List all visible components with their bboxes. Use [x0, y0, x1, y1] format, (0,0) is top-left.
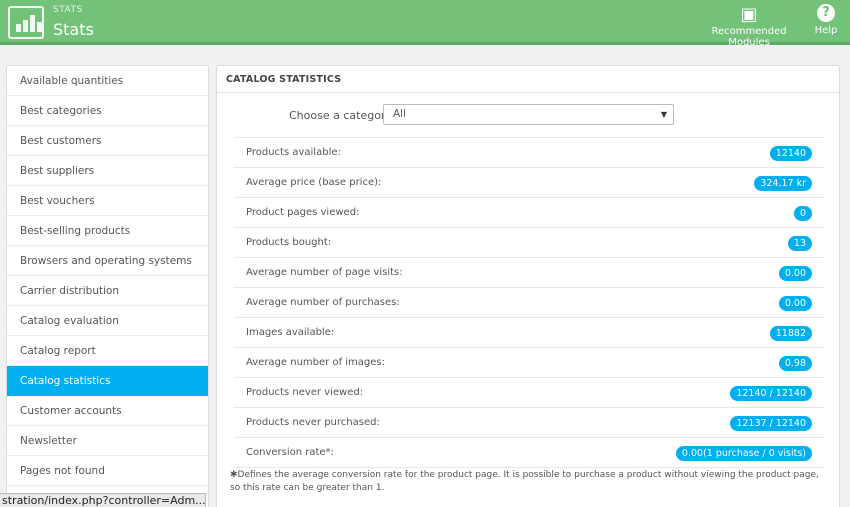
stat-value-badge: 0: [793, 206, 812, 221]
stat-label: Average number of images:: [246, 357, 385, 368]
stats-module-list: Available quantities Best categories Bes…: [6, 65, 209, 507]
table-row: Average number of purchases: 0.00: [234, 287, 824, 317]
table-row: Conversion rate*: 0.00(1 purchase / 0 vi…: [234, 437, 824, 467]
sidebar-item-best-suppliers[interactable]: Best suppliers: [7, 156, 208, 186]
category-select-value: All: [393, 108, 407, 120]
panel-heading: CATALOG STATISTICS: [226, 74, 342, 85]
table-row: Product pages viewed: 0: [234, 197, 824, 227]
stats-chart-icon: [8, 6, 44, 39]
help-label: Help: [814, 25, 838, 36]
puzzle-icon: ▣: [740, 4, 758, 25]
recommended-modules-label: Recommended Modules: [711, 26, 787, 48]
sidebar-item-best-categories[interactable]: Best categories: [7, 96, 208, 126]
stat-value-badge: 0.00: [778, 296, 812, 311]
sidebar-item-catalog-evaluation[interactable]: Catalog evaluation: [7, 306, 208, 336]
browser-status-bar: stration/index.php?controller=Adm...: [0, 493, 206, 507]
stat-label: Average price (base price):: [246, 177, 382, 188]
sidebar-item-customer-accounts[interactable]: Customer accounts: [7, 396, 208, 426]
sidebar-item-catalog-report[interactable]: Catalog report: [7, 336, 208, 366]
category-label: Choose a category: [289, 109, 392, 122]
sidebar-item-catalog-statistics[interactable]: Catalog statistics: [7, 366, 208, 396]
stat-value-badge: 12137 / 12140: [730, 416, 812, 431]
chevron-down-icon: ▼: [660, 110, 667, 119]
stat-value-badge: 324,17 kr: [754, 176, 812, 191]
stat-value-badge: 0.98: [778, 356, 812, 371]
stat-value-badge: 12140: [769, 146, 812, 161]
page-title: Stats: [53, 20, 94, 39]
stat-value-badge: 11882: [769, 326, 812, 341]
sidebar-item-best-selling-products[interactable]: Best-selling products: [7, 216, 208, 246]
stat-value-badge: 0.00: [778, 266, 812, 281]
stat-label: Conversion rate*:: [246, 447, 334, 458]
footnote-text: Defines the average conversion rate for …: [230, 470, 819, 493]
stat-label: Average number of purchases:: [246, 297, 400, 308]
stat-label: Products bought:: [246, 237, 332, 248]
recommended-modules-button[interactable]: ▣ Recommended Modules: [694, 4, 804, 48]
sidebar-item-best-customers[interactable]: Best customers: [7, 126, 208, 156]
table-row: Products available: 12140: [234, 137, 824, 167]
conversion-footnote: ✱Defines the average conversion rate for…: [230, 469, 830, 495]
table-row: Average number of page visits: 0.00: [234, 257, 824, 287]
help-button[interactable]: ? Help: [812, 4, 840, 36]
top-header: STATS Stats ▣ Recommended Modules ? Help: [0, 0, 850, 48]
sidebar-item-pages-not-found[interactable]: Pages not found: [7, 456, 208, 486]
sidebar-item-browsers-os[interactable]: Browsers and operating systems: [7, 246, 208, 276]
category-select[interactable]: All ▼: [383, 104, 674, 125]
stat-label: Products never purchased:: [246, 417, 380, 428]
help-icon: ?: [817, 4, 835, 22]
panel-divider: [217, 92, 839, 93]
table-row: Average price (base price): 324,17 kr: [234, 167, 824, 197]
catalog-statistics-panel: CATALOG STATISTICS Choose a category All…: [216, 65, 840, 507]
sidebar-item-available-quantities[interactable]: Available quantities: [7, 66, 208, 96]
table-row: Images available: 11882: [234, 317, 824, 347]
stat-label: Product pages viewed:: [246, 207, 360, 218]
stat-value-badge: 0.00(1 purchase / 0 visits): [675, 446, 812, 461]
stat-label: Images available:: [246, 327, 335, 338]
stat-label: Products available:: [246, 147, 341, 158]
sidebar-item-best-vouchers[interactable]: Best vouchers: [7, 186, 208, 216]
stat-label: Products never viewed:: [246, 387, 364, 398]
sidebar-item-carrier-distribution[interactable]: Carrier distribution: [7, 276, 208, 306]
stat-value-badge: 12140 / 12140: [730, 386, 812, 401]
stat-value-badge: 13: [787, 236, 812, 251]
table-row: Products bought: 13: [234, 227, 824, 257]
table-row: Products never purchased: 12137 / 12140: [234, 407, 824, 437]
stat-label: Average number of page visits:: [246, 267, 403, 278]
asterisk-icon: ✱: [230, 470, 238, 480]
sidebar-item-newsletter[interactable]: Newsletter: [7, 426, 208, 456]
table-row: Products never viewed: 12140 / 12140: [234, 377, 824, 407]
stats-table: Products available: 12140 Average price …: [234, 137, 824, 468]
breadcrumb: STATS: [53, 5, 83, 15]
stats-table-end: [234, 467, 824, 468]
table-row: Average number of images: 0.98: [234, 347, 824, 377]
